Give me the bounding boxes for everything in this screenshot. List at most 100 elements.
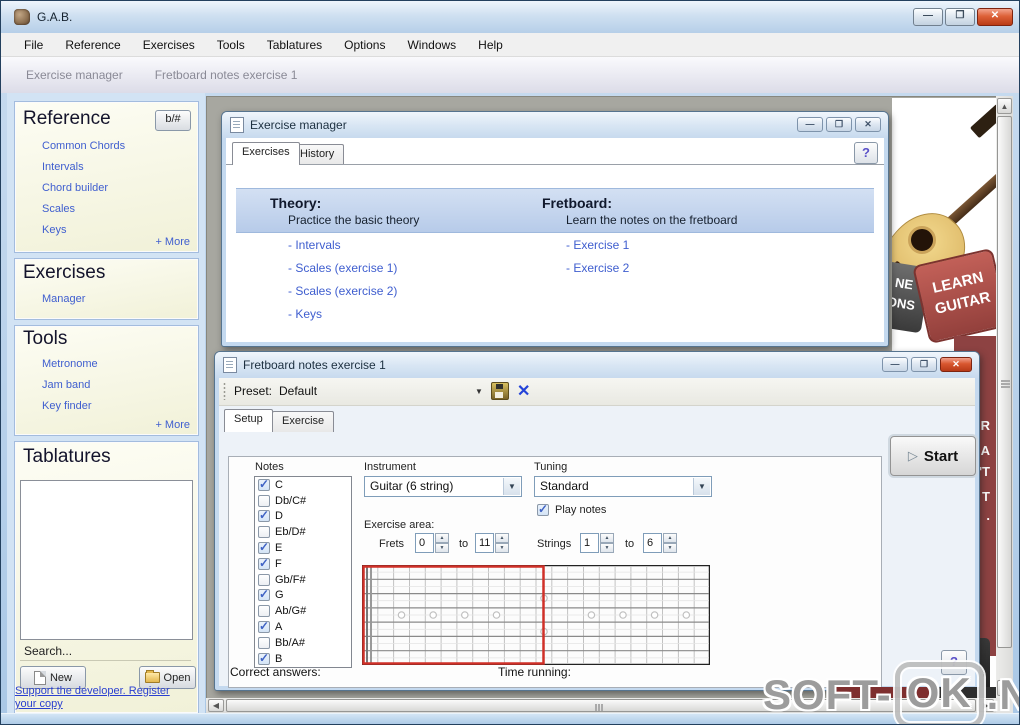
tuning-combobox[interactable]: Standard ▼ <box>534 476 712 497</box>
frets-to-arrows[interactable]: ▲ ▼ <box>495 533 509 553</box>
note-row[interactable]: Db/C# <box>255 493 351 509</box>
note-checkbox[interactable] <box>258 619 270 634</box>
menu-reference[interactable]: Reference <box>54 34 131 56</box>
note-row[interactable]: Gb/F# <box>255 572 351 588</box>
minimize-button[interactable]: — <box>913 8 943 26</box>
em-tab-exercises[interactable]: Exercises <box>232 142 300 165</box>
preset-combobox[interactable]: Default <box>279 384 479 398</box>
strings-from-value[interactable]: 1 <box>580 533 599 553</box>
link-key-finder[interactable]: Key finder <box>42 400 92 412</box>
em-link-exercise-2[interactable]: - Exercise 2 <box>566 261 629 275</box>
doc-tab-fretboard-exercise[interactable]: Fretboard notes exercise 1 <box>155 68 298 82</box>
note-row[interactable]: Eb/D# <box>255 524 351 540</box>
close-button[interactable]: ✕ <box>977 8 1013 26</box>
em-link-intervals[interactable]: - Intervals <box>288 238 341 252</box>
fb-maximize-button[interactable]: ❐ <box>911 357 937 372</box>
preset-dropdown-arrow[interactable]: ▼ <box>475 387 483 396</box>
scroll-left-icon[interactable]: ◀ <box>208 699 224 712</box>
note-checkbox[interactable] <box>258 526 270 539</box>
note-checkbox[interactable] <box>258 477 270 491</box>
link-intervals[interactable]: Intervals <box>42 161 84 173</box>
play-notes-option[interactable]: Play notes <box>537 502 606 516</box>
note-checkbox[interactable] <box>258 556 270 570</box>
save-preset-icon[interactable] <box>491 382 509 400</box>
note-row[interactable]: D <box>255 508 351 525</box>
spin-up-icon[interactable]: ▲ <box>600 533 614 543</box>
link-chord-builder[interactable]: Chord builder <box>42 182 108 194</box>
spin-down-icon[interactable]: ▼ <box>435 543 449 553</box>
note-checkbox[interactable] <box>258 587 270 602</box>
frets-from-arrows[interactable]: ▲ ▼ <box>435 533 449 553</box>
flat-sharp-toggle-button[interactable]: b/# <box>155 110 191 131</box>
strings-to-value[interactable]: 6 <box>643 533 662 553</box>
strings-from-spinner[interactable]: 1 ▲ ▼ <box>580 533 614 553</box>
spin-down-icon[interactable]: ▼ <box>495 543 509 553</box>
em-maximize-button[interactable]: ❐ <box>826 117 852 132</box>
note-row[interactable]: Bb/A# <box>255 635 351 651</box>
play-notes-checkbox[interactable] <box>537 502 549 516</box>
em-help-button[interactable]: ? <box>854 142 878 164</box>
scroll-up-icon[interactable]: ▲ <box>997 98 1012 114</box>
frets-to-value[interactable]: 11 <box>475 533 494 553</box>
em-link-keys[interactable]: - Keys <box>288 307 322 321</box>
link-jam-band[interactable]: Jam band <box>42 379 90 391</box>
note-row[interactable]: F <box>255 556 351 572</box>
menu-file[interactable]: File <box>13 34 54 56</box>
note-row[interactable]: G <box>255 587 351 604</box>
em-link-scales-1[interactable]: - Scales (exercise 1) <box>288 261 397 275</box>
note-checkbox[interactable] <box>258 508 270 523</box>
frets-to-spinner[interactable]: 11 ▲ ▼ <box>475 533 509 553</box>
doc-tab-exercise-manager[interactable]: Exercise manager <box>26 68 123 82</box>
note-checkbox[interactable] <box>258 636 270 649</box>
strings-to-spinner[interactable]: 6 ▲ ▼ <box>643 533 677 553</box>
spin-down-icon[interactable]: ▼ <box>600 543 614 553</box>
link-metronome[interactable]: Metronome <box>42 358 98 370</box>
em-close-button[interactable]: ✕ <box>855 117 881 132</box>
em-link-exercise-1[interactable]: - Exercise 1 <box>566 238 629 252</box>
note-checkbox[interactable] <box>258 605 270 618</box>
note-checkbox[interactable] <box>258 573 270 586</box>
link-keys[interactable]: Keys <box>42 224 66 236</box>
link-scales[interactable]: Scales <box>42 203 75 215</box>
frets-from-value[interactable]: 0 <box>415 533 434 553</box>
spin-up-icon[interactable]: ▲ <box>435 533 449 543</box>
note-row[interactable]: Ab/G# <box>255 603 351 619</box>
fb-minimize-button[interactable]: — <box>882 357 908 372</box>
notes-checkbox-list[interactable]: C Db/C# D Eb/D# E F Gb/F# G Ab/G# A Bb/A… <box>254 476 352 668</box>
spin-down-icon[interactable]: ▼ <box>663 543 677 553</box>
note-row[interactable]: E <box>255 540 351 556</box>
strings-to-arrows[interactable]: ▲ ▼ <box>663 533 677 553</box>
toolbar-grip[interactable] <box>223 382 226 400</box>
instrument-combobox[interactable]: Guitar (6 string) ▼ <box>364 476 522 497</box>
spin-up-icon[interactable]: ▲ <box>495 533 509 543</box>
tablatures-search-input[interactable]: Search... <box>20 642 191 661</box>
tuning-dropdown-arrow[interactable]: ▼ <box>693 478 710 495</box>
frets-from-spinner[interactable]: 0 ▲ ▼ <box>415 533 449 553</box>
note-checkbox[interactable] <box>258 494 270 507</box>
maximize-button[interactable]: ❐ <box>945 8 975 26</box>
vertical-scroll-thumb[interactable] <box>997 116 1012 648</box>
link-common-chords[interactable]: Common Chords <box>42 140 125 152</box>
menu-exercises[interactable]: Exercises <box>132 34 206 56</box>
vertical-scrollbar[interactable]: ▲ ▼ <box>996 96 1013 698</box>
menu-options[interactable]: Options <box>333 34 396 56</box>
tablatures-listbox[interactable] <box>20 480 193 640</box>
fb-tab-exercise[interactable]: Exercise <box>272 411 335 432</box>
note-row[interactable]: C <box>255 477 351 493</box>
menu-tools[interactable]: Tools <box>206 34 256 56</box>
menu-help[interactable]: Help <box>467 34 514 56</box>
em-minimize-button[interactable]: — <box>797 117 823 132</box>
register-link-line2[interactable]: your copy <box>15 698 63 710</box>
link-manager[interactable]: Manager <box>42 293 85 305</box>
tools-more-link[interactable]: + More <box>155 419 190 431</box>
menu-tablatures[interactable]: Tablatures <box>256 34 333 56</box>
fretboard-diagram[interactable] <box>362 565 710 665</box>
start-button[interactable]: ▷ Start <box>890 436 976 476</box>
menu-windows[interactable]: Windows <box>396 34 467 56</box>
fb-close-button[interactable]: ✕ <box>940 357 972 372</box>
reference-more-link[interactable]: + More <box>155 236 190 248</box>
note-checkbox[interactable] <box>258 540 270 555</box>
strings-from-arrows[interactable]: ▲ ▼ <box>600 533 614 553</box>
em-link-scales-2[interactable]: - Scales (exercise 2) <box>288 284 397 298</box>
delete-preset-icon[interactable]: ✕ <box>517 381 530 401</box>
